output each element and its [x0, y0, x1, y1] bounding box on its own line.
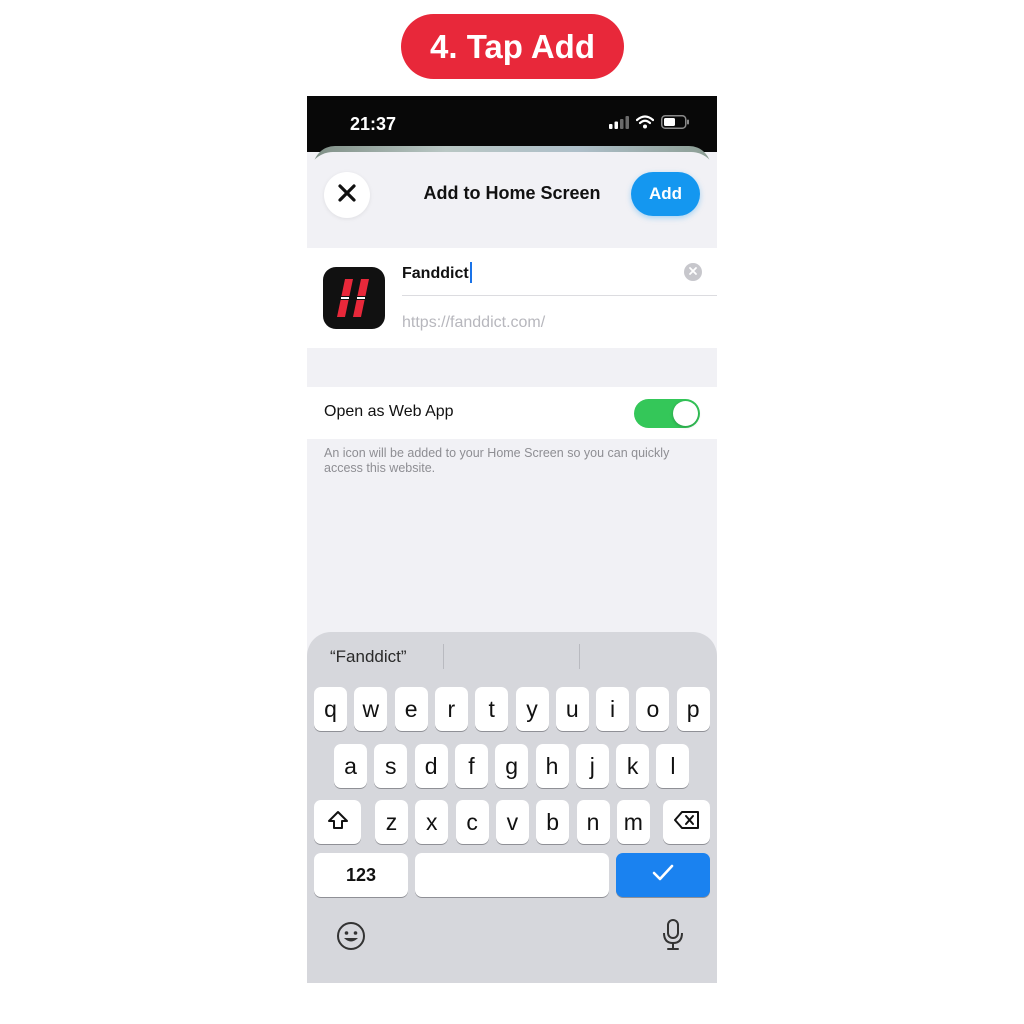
key-c[interactable]: c [455, 800, 489, 844]
keyboard: “Fanddict” qwertyuiop asdfghjkl zxcvbnm … [307, 632, 717, 983]
key-z[interactable]: z [375, 800, 408, 844]
key-l[interactable]: l [656, 744, 690, 788]
status-bar: 21:37 [307, 96, 717, 152]
key-a[interactable]: a [334, 744, 367, 788]
key-r[interactable]: r [434, 687, 468, 731]
battery-icon [661, 115, 690, 134]
clear-icon [688, 263, 698, 281]
open-as-web-app-label: Open as Web App [324, 403, 454, 420]
step-label: 4. Tap Add [401, 14, 624, 79]
microphone-icon [661, 918, 685, 956]
numbers-key[interactable]: 123 [314, 853, 408, 897]
key-d[interactable]: d [414, 744, 448, 788]
toggle-knob [673, 401, 698, 426]
fanddict-app-icon [323, 267, 385, 329]
key-g[interactable]: g [495, 744, 529, 788]
key-h[interactable]: h [535, 744, 569, 788]
close-icon [337, 183, 357, 208]
key-b[interactable]: b [536, 800, 570, 844]
key-q[interactable]: q [314, 687, 347, 731]
shift-icon [327, 810, 349, 835]
keyboard-suggestion[interactable]: “Fanddict” [330, 647, 407, 667]
app-name-card: https://fanddict.com/ [307, 248, 717, 348]
close-button[interactable] [324, 172, 370, 218]
key-s[interactable]: s [374, 744, 408, 788]
key-u[interactable]: u [555, 687, 589, 731]
shift-key[interactable] [314, 800, 361, 844]
phone-screen: 21:37 Add to Home Screen Add Fanddict ht… [307, 96, 717, 983]
open-as-web-app-toggle[interactable] [634, 399, 700, 428]
backspace-key[interactable] [663, 800, 710, 844]
backspace-icon [673, 810, 700, 835]
done-key[interactable] [616, 853, 710, 897]
key-m[interactable]: m [616, 800, 650, 844]
key-t[interactable]: t [475, 687, 509, 731]
key-i[interactable]: i [596, 687, 630, 731]
checkmark-icon [652, 864, 674, 887]
wifi-icon [635, 115, 655, 134]
app-name-field[interactable] [402, 263, 632, 285]
description-text: An icon will be added to your Home Scree… [324, 446, 670, 475]
key-x[interactable]: x [415, 800, 449, 844]
text-cursor [470, 262, 472, 283]
open-as-web-app-row: Open as Web App [307, 387, 717, 439]
status-icons [609, 115, 690, 134]
site-url: https://fanddict.com/ [402, 314, 546, 331]
key-e[interactable]: e [394, 687, 428, 731]
add-button[interactable]: Add [631, 172, 700, 216]
space-key[interactable] [415, 853, 609, 897]
key-f[interactable]: f [454, 744, 488, 788]
key-p[interactable]: p [676, 687, 710, 731]
suggestion-divider [443, 644, 444, 669]
signal-icon [609, 115, 629, 134]
clear-text-button[interactable] [684, 263, 702, 281]
key-j[interactable]: j [575, 744, 609, 788]
key-y[interactable]: y [515, 687, 549, 731]
key-o[interactable]: o [636, 687, 670, 731]
card-divider [402, 295, 717, 296]
suggestion-divider [579, 644, 580, 669]
key-w[interactable]: w [354, 687, 388, 731]
key-k[interactable]: k [616, 744, 650, 788]
status-time: 21:37 [350, 114, 397, 134]
emoji-icon [336, 921, 366, 956]
key-v[interactable]: v [495, 800, 529, 844]
emoji-button[interactable] [335, 921, 367, 956]
key-n[interactable]: n [576, 800, 610, 844]
dictation-button[interactable] [657, 918, 689, 956]
